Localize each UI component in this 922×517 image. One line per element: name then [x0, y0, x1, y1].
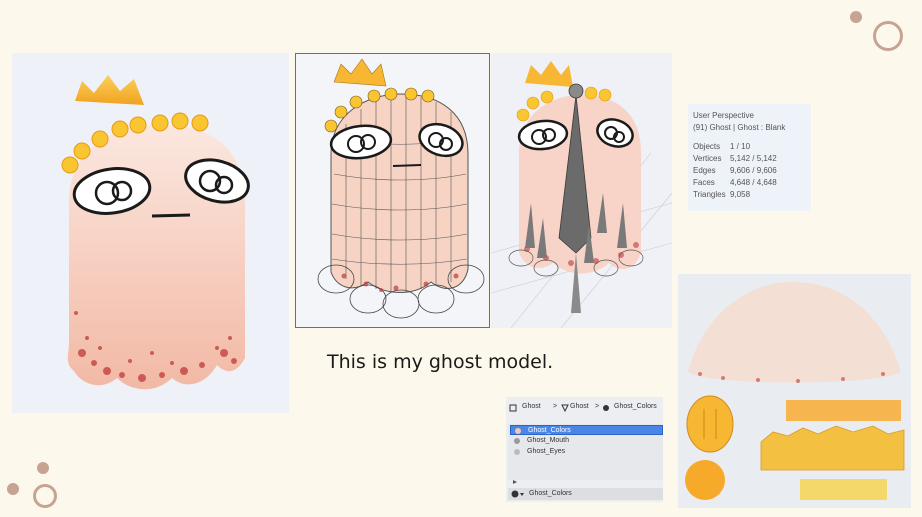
- material-slot-label: Ghost_Eyes: [527, 448, 566, 455]
- material-slot-list: Ghost_Colors Ghost_Mouth Ghost_Eyes: [508, 424, 663, 480]
- expand-arrow-icon[interactable]: [512, 479, 518, 485]
- stat-value: 5,142 / 5,142: [730, 154, 777, 163]
- mouth: [151, 213, 191, 218]
- material-icon: [603, 405, 609, 411]
- stat-label: Faces: [693, 178, 715, 187]
- decor-dot-bottom-left-2: [7, 483, 19, 495]
- stat-value: 9,058: [730, 190, 751, 199]
- material-slot-ghost-colors[interactable]: Ghost_Colors: [510, 425, 663, 435]
- decor-dot-top-right: [850, 11, 862, 23]
- mesh-icon: [561, 404, 569, 412]
- ghost-wireframe-illustration: [317, 58, 485, 319]
- material-slot-ghost-mouth[interactable]: Ghost_Mouth: [510, 436, 663, 446]
- ghost-rig-image: [491, 53, 672, 328]
- stat-label: Vertices: [693, 154, 722, 163]
- uv-texture-image: [678, 274, 911, 508]
- material-swatch-icon: [515, 428, 521, 434]
- stat-row-objects: Objects 1 / 10: [693, 142, 808, 153]
- material-swatch-icon: [514, 449, 520, 455]
- caption-text: This is my ghost model.: [327, 351, 554, 373]
- stat-row-edges: Edges 9,606 / 9,606: [693, 166, 808, 177]
- material-slot-label: Ghost_Colors: [528, 427, 571, 434]
- stat-label: Triangles: [693, 190, 726, 199]
- stat-value: 1 / 10: [730, 142, 751, 151]
- active-object-info: (91) Ghost | Ghost : Blank: [693, 123, 786, 132]
- stat-value: 4,648 / 4,648: [730, 178, 777, 187]
- breadcrumb-mesh[interactable]: Ghost: [570, 403, 589, 410]
- decor-dot-bottom-left-1: [37, 462, 49, 474]
- breadcrumb-material[interactable]: Ghost_Colors: [614, 403, 657, 410]
- ghost-rig-illustration: [491, 61, 672, 328]
- ghost-render-illustration: [61, 75, 250, 390]
- object-icon: [509, 404, 517, 412]
- material-swatch-icon: [514, 438, 520, 444]
- ghost-wireframe-image: [295, 53, 490, 328]
- stat-label: Objects: [693, 142, 721, 151]
- decor-ring-bottom-left: [33, 484, 57, 508]
- breadcrumb-object[interactable]: Ghost: [522, 403, 541, 410]
- breadcrumb-separator: >: [553, 403, 558, 410]
- scene-statistics-overlay: User Perspective (91) Ghost | Ghost : Bl…: [688, 104, 811, 211]
- breadcrumb-separator: >: [595, 403, 600, 410]
- stat-value: 9,606 / 9,606: [730, 166, 777, 175]
- stat-label: Edges: [693, 166, 716, 175]
- decor-ring-top-right: [873, 21, 903, 51]
- properties-breadcrumb: Ghost > Ghost > Ghost_Colors: [506, 401, 663, 415]
- material-slots-panel: Ghost > Ghost > Ghost_Colors Ghost_Color…: [506, 397, 663, 502]
- material-slot-ghost-eyes[interactable]: Ghost_Eyes: [510, 447, 663, 457]
- material-slot-label: Ghost_Mouth: [527, 437, 570, 444]
- stat-row-faces: Faces 4,648 / 4,648: [693, 178, 808, 189]
- crown: [75, 75, 144, 105]
- stat-row-triangles: Triangles 9,058: [693, 190, 808, 201]
- ghost-render-image: [12, 53, 289, 413]
- active-material-name: Ghost_Colors: [529, 490, 572, 497]
- viewport-perspective-label: User Perspective: [693, 111, 754, 120]
- stat-row-vertices: Vertices 5,142 / 5,142: [693, 154, 808, 165]
- uv-texture-illustration: [685, 282, 905, 500]
- material-browse-icon[interactable]: [511, 490, 525, 498]
- material-browse-field[interactable]: Ghost_Colors: [508, 488, 663, 500]
